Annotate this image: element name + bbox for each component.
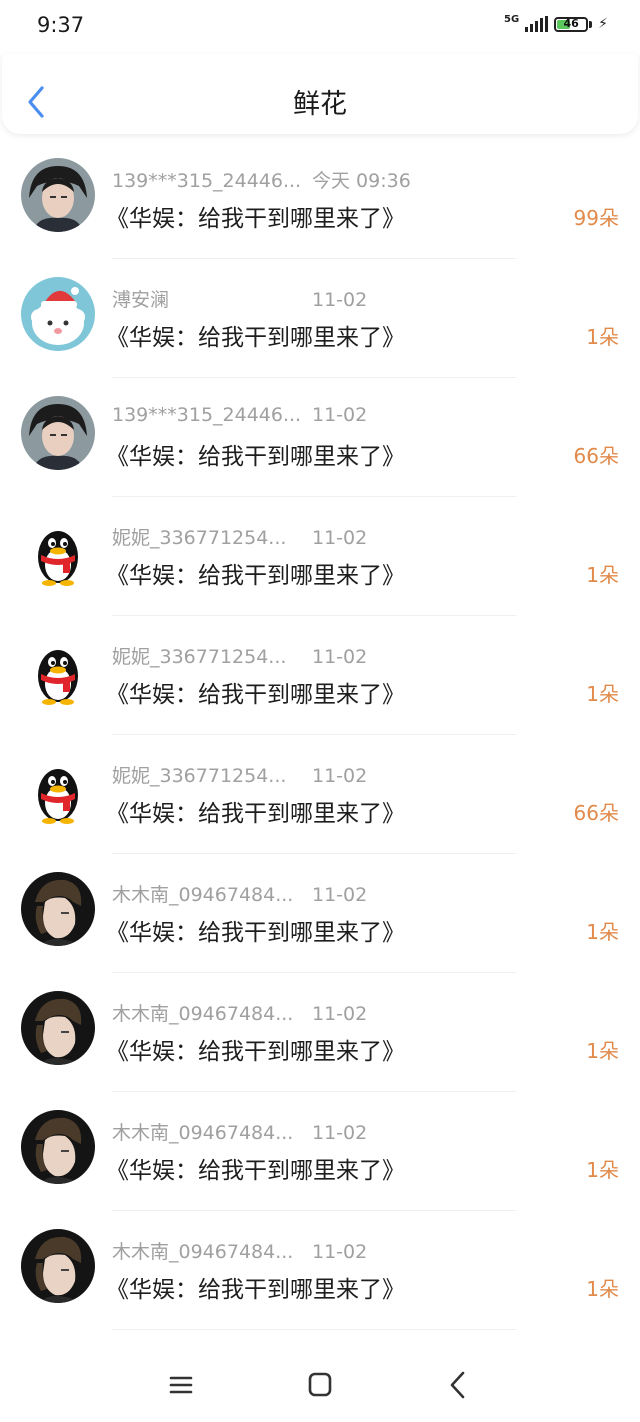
nav-back-button[interactable] bbox=[438, 1368, 478, 1402]
item-meta: 139***315_24446... 11-02 bbox=[112, 404, 367, 426]
book-title: 《华娱：给我干到哪里来了》 bbox=[106, 682, 405, 708]
back-icon bbox=[450, 1371, 465, 1399]
flower-amount: 66朵 bbox=[573, 801, 619, 825]
user-name: 139***315_24446... bbox=[112, 170, 302, 192]
flower-amount: 1朵 bbox=[586, 682, 619, 706]
status-icons: 5G 46 ⚡ bbox=[503, 13, 608, 32]
book-title: 《华娱：给我干到哪里来了》 bbox=[106, 444, 405, 470]
flower-amount: 1朵 bbox=[586, 563, 619, 587]
item-meta: 木木南_09467484... 11-02 bbox=[112, 999, 367, 1026]
book-title: 《华娱：给我干到哪里来了》 bbox=[106, 563, 405, 589]
divider bbox=[112, 1329, 516, 1330]
user-name: 木木南_09467484... bbox=[112, 1122, 294, 1144]
book-title: 《华娱：给我干到哪里来了》 bbox=[106, 1158, 405, 1184]
gift-time: 11-02 bbox=[312, 1122, 368, 1144]
item-meta: 木木南_09467484... 11-02 bbox=[112, 880, 367, 907]
signal-icon bbox=[525, 16, 549, 32]
gift-time: 今天 09:36 bbox=[312, 170, 411, 192]
penguin-avatar[interactable] bbox=[21, 753, 95, 827]
book-title: 《华娱：给我干到哪里来了》 bbox=[106, 325, 405, 351]
charging-icon: ⚡ bbox=[598, 16, 608, 32]
flower-list-item[interactable]: 妮妮_336771254... 11-02 《华娱：给我干到哪里来了》 66朵 bbox=[0, 735, 640, 854]
flower-amount: 1朵 bbox=[586, 1277, 619, 1301]
system-navbar bbox=[0, 1352, 640, 1422]
sheep-avatar[interactable] bbox=[21, 277, 95, 351]
flower-amount: 1朵 bbox=[586, 1158, 619, 1182]
gift-time: 11-02 bbox=[312, 765, 368, 787]
home-icon bbox=[308, 1372, 332, 1397]
penguin-avatar[interactable] bbox=[21, 515, 95, 589]
flower-list-item[interactable]: 木木南_09467484... 11-02 《华娱：给我干到哪里来了》 1朵 bbox=[0, 854, 640, 973]
item-meta: 妮妮_336771254... 11-02 bbox=[112, 761, 367, 788]
book-title: 《华娱：给我干到哪里来了》 bbox=[106, 1039, 405, 1065]
user-name: 139***315_24446... bbox=[112, 404, 302, 426]
item-meta: 139***315_24446... 今天 09:36 bbox=[112, 166, 411, 193]
page-header: 鲜花 bbox=[2, 54, 638, 134]
man-avatar[interactable] bbox=[21, 158, 95, 232]
gift-time: 11-02 bbox=[312, 646, 368, 668]
flower-list-item[interactable]: 溥安澜 11-02 《华娱：给我干到哪里来了》 1朵 bbox=[0, 259, 640, 378]
item-meta: 妮妮_336771254... 11-02 bbox=[112, 523, 367, 550]
item-meta: 妮妮_336771254... 11-02 bbox=[112, 642, 367, 669]
book-title: 《华娱：给我干到哪里来了》 bbox=[106, 801, 405, 827]
profile-avatar[interactable] bbox=[21, 872, 95, 946]
flower-list-item[interactable]: 木木南_09467484... 11-02 《华娱：给我干到哪里来了》 1朵 bbox=[0, 1092, 640, 1211]
gift-time: 11-02 bbox=[312, 884, 368, 906]
book-title: 《华娱：给我干到哪里来了》 bbox=[106, 920, 405, 946]
battery-cap bbox=[589, 20, 593, 28]
item-meta: 木木南_09467484... 11-02 bbox=[112, 1118, 367, 1145]
user-name: 妮妮_336771254... bbox=[112, 527, 287, 549]
flower-amount: 1朵 bbox=[586, 1039, 619, 1063]
page-title: 鲜花 bbox=[293, 89, 347, 120]
user-name: 妮妮_336771254... bbox=[112, 646, 287, 668]
book-title: 《华娱：给我干到哪里来了》 bbox=[106, 206, 405, 232]
man-avatar[interactable] bbox=[21, 396, 95, 470]
home-button[interactable] bbox=[300, 1368, 340, 1402]
menu-button[interactable] bbox=[161, 1368, 201, 1402]
penguin-avatar[interactable] bbox=[21, 634, 95, 708]
flower-list-item[interactable]: 妮妮_336771254... 11-02 《华娱：给我干到哪里来了》 1朵 bbox=[0, 497, 640, 616]
network-label: 5G bbox=[503, 13, 520, 25]
user-name: 木木南_09467484... bbox=[112, 884, 294, 906]
item-meta: 溥安澜 11-02 bbox=[112, 285, 367, 312]
status-bar: 9:37 5G 46 ⚡ bbox=[0, 0, 640, 54]
gift-time: 11-02 bbox=[312, 1003, 368, 1025]
flower-list-item[interactable]: 139***315_24446... 11-02 《华娱：给我干到哪里来了》 66朵 bbox=[0, 378, 640, 497]
menu-icon bbox=[169, 1376, 193, 1394]
flower-list-item[interactable]: 木木南_09467484... 11-02 《华娱：给我干到哪里来了》 1朵 bbox=[0, 973, 640, 1092]
flower-amount: 99朵 bbox=[573, 206, 619, 230]
user-name: 木木南_09467484... bbox=[112, 1003, 294, 1025]
battery-icon: 46 bbox=[554, 16, 589, 32]
flower-list-item[interactable]: 妮妮_336771254... 11-02 《华娱：给我干到哪里来了》 1朵 bbox=[0, 616, 640, 735]
profile-avatar[interactable] bbox=[21, 1229, 95, 1303]
battery-text: 46 bbox=[563, 16, 579, 30]
profile-avatar[interactable] bbox=[21, 991, 95, 1065]
flower-amount: 1朵 bbox=[586, 920, 619, 944]
user-name: 溥安澜 bbox=[112, 289, 170, 311]
gift-time: 11-02 bbox=[312, 527, 368, 549]
book-title: 《华娱：给我干到哪里来了》 bbox=[106, 1277, 405, 1303]
gift-time: 11-02 bbox=[312, 289, 368, 311]
status-time: 9:37 bbox=[37, 13, 85, 37]
flower-list-item[interactable]: 木木南_09467484... 11-02 《华娱：给我干到哪里来了》 1朵 bbox=[0, 1211, 640, 1330]
flower-list-item[interactable]: 139***315_24446... 今天 09:36 《华娱：给我干到哪里来了》 9… bbox=[0, 140, 640, 259]
flower-list: 139***315_24446... 今天 09:36 《华娱：给我干到哪里来了》 9… bbox=[0, 140, 640, 1330]
gift-time: 11-02 bbox=[312, 1241, 368, 1263]
profile-avatar[interactable] bbox=[21, 1110, 95, 1184]
user-name: 木木南_09467484... bbox=[112, 1241, 294, 1263]
item-meta: 木木南_09467484... 11-02 bbox=[112, 1237, 367, 1264]
flower-amount: 66朵 bbox=[573, 444, 619, 468]
flower-amount: 1朵 bbox=[586, 325, 619, 349]
user-name: 妮妮_336771254... bbox=[112, 765, 287, 787]
gift-time: 11-02 bbox=[312, 404, 368, 426]
